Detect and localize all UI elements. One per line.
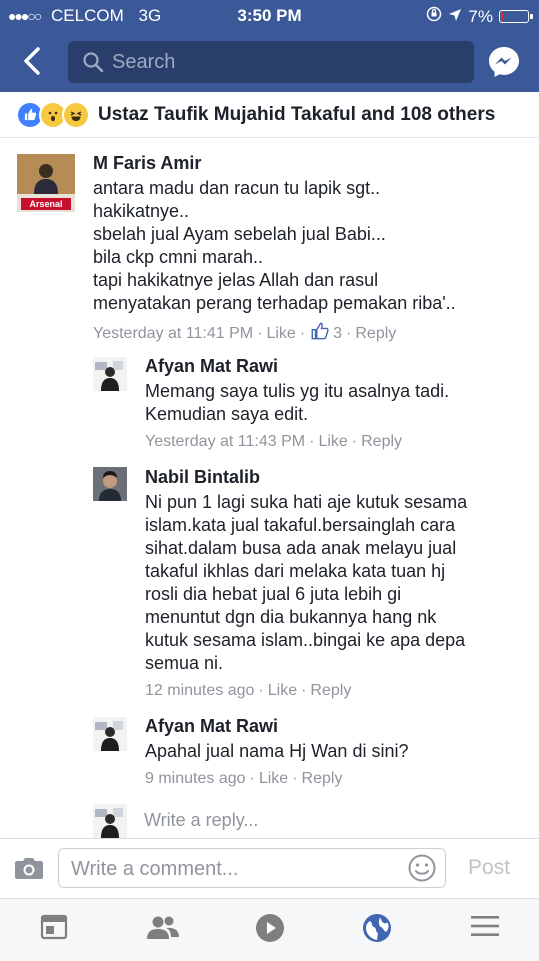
comment-input-placeholder: Write a comment... xyxy=(71,858,239,880)
comment-author[interactable]: Afyan Mat Rawi xyxy=(145,356,278,377)
avatar[interactable] xyxy=(93,467,127,501)
reply-button[interactable]: Reply xyxy=(302,770,343,787)
reply-button[interactable]: Reply xyxy=(361,433,402,450)
orientation-lock-icon xyxy=(426,6,442,27)
comment-meta: 9 minutes ago · Like · Reply xyxy=(145,770,343,787)
comment-author[interactable]: M Faris Amir xyxy=(93,153,201,174)
reply-button[interactable]: Reply xyxy=(355,325,396,342)
status-bar: ●●●○○ CELCOM 3G 3:50 PM 7% xyxy=(0,0,539,32)
comment-meta: Yesterday at 11:41 PM · Like · 3 · Reply xyxy=(93,322,396,345)
comment-time[interactable]: 9 minutes ago xyxy=(145,770,246,787)
comment-text: Ni pun 1 lagi suka hati aje kutuk sesama… xyxy=(145,492,468,673)
post-button[interactable]: Post xyxy=(468,856,510,880)
avatar[interactable]: Arsenal xyxy=(17,154,75,212)
friends-icon[interactable] xyxy=(146,913,180,946)
video-icon[interactable] xyxy=(255,913,285,948)
emoji-icon[interactable] xyxy=(407,853,437,888)
like-button[interactable]: Like xyxy=(268,682,297,699)
back-chevron-icon[interactable] xyxy=(18,46,48,76)
news-feed-icon[interactable] xyxy=(40,913,68,946)
location-icon xyxy=(448,7,462,27)
comment-author[interactable]: Nabil Bintalib xyxy=(145,467,260,488)
comment-text: antara madu dan racun tu lapik sgt.. hak… xyxy=(93,178,456,313)
camera-icon[interactable] xyxy=(14,855,44,886)
nav-bar: Search xyxy=(0,32,539,92)
messenger-icon[interactable] xyxy=(486,44,522,80)
comment-text: Memang saya tulis yg itu asalnya tadi. K… xyxy=(145,381,450,424)
globe-notifications-icon[interactable] xyxy=(362,913,392,948)
like-count-icon xyxy=(311,322,329,345)
reaction-icons xyxy=(16,100,90,129)
avatar xyxy=(93,804,127,838)
haha-icon xyxy=(62,100,90,129)
like-button[interactable]: Like xyxy=(259,770,288,787)
menu-icon[interactable] xyxy=(470,913,500,944)
battery-percent: 7% xyxy=(468,6,493,26)
comment-input[interactable]: Write a comment... xyxy=(58,848,446,888)
like-count[interactable]: 3 xyxy=(333,325,342,342)
comment-meta: 12 minutes ago · Like · Reply xyxy=(145,682,352,699)
comment-composer: Write a comment... Post xyxy=(0,838,539,899)
write-reply-input[interactable]: Write a reply... xyxy=(144,810,258,831)
comment-time[interactable]: 12 minutes ago xyxy=(145,682,254,699)
search-input[interactable]: Search xyxy=(68,41,474,83)
reply-button[interactable]: Reply xyxy=(310,682,351,699)
search-icon xyxy=(83,52,104,73)
status-right: 7% xyxy=(426,6,533,27)
like-button[interactable]: Like xyxy=(266,325,295,342)
avatar[interactable] xyxy=(93,357,127,391)
avatar-label: Arsenal xyxy=(29,199,63,209)
reactions-summary-text: Ustaz Taufik Mujahid Takaful and 108 oth… xyxy=(98,103,496,125)
comment-time[interactable]: Yesterday at 11:41 PM xyxy=(93,325,253,342)
comment-time[interactable]: Yesterday at 11:43 PM xyxy=(145,433,305,450)
reactions-summary[interactable]: Ustaz Taufik Mujahid Takaful and 108 oth… xyxy=(0,92,539,138)
battery-icon xyxy=(499,10,533,23)
avatar[interactable] xyxy=(93,717,127,751)
comment-text: Apahal jual nama Hj Wan di sini? xyxy=(145,741,409,761)
comment-author[interactable]: Afyan Mat Rawi xyxy=(145,716,278,737)
search-placeholder: Search xyxy=(112,50,176,73)
comment-meta: Yesterday at 11:43 PM · Like · Reply xyxy=(145,433,403,450)
like-button[interactable]: Like xyxy=(318,433,347,450)
tab-bar xyxy=(0,898,539,961)
